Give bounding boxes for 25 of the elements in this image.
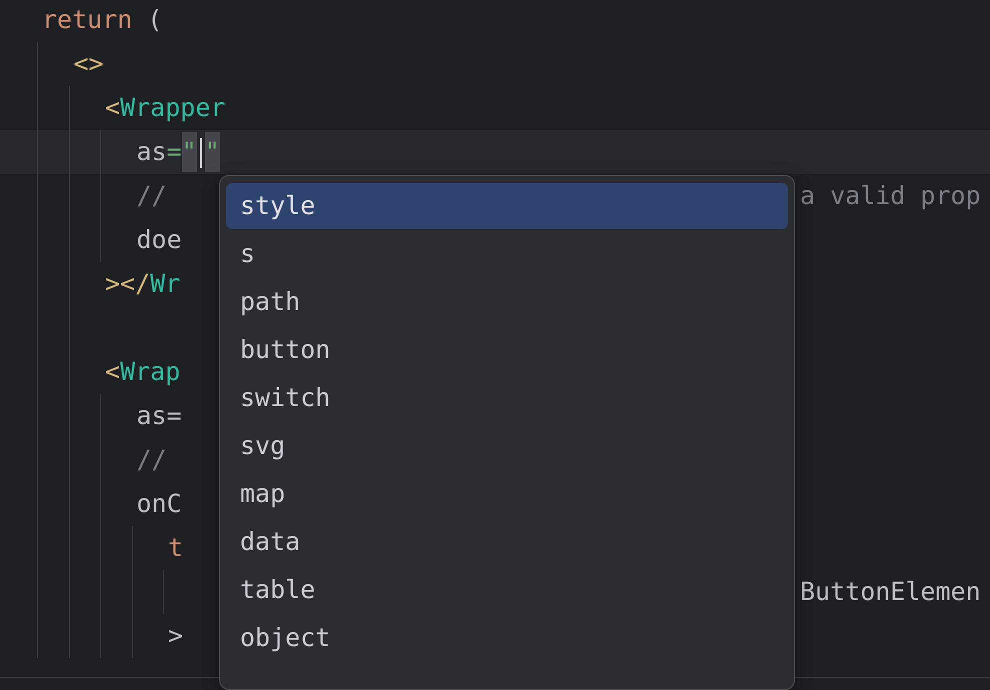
code-line: as= (136, 400, 182, 432)
code-line: <Wrap (105, 356, 180, 388)
completion-item[interactable]: table (226, 567, 788, 613)
code-line: <Wrapper (105, 92, 226, 124)
code-line: // (136, 180, 167, 212)
code-line: doe (136, 224, 182, 256)
code-text: a valid prop (800, 180, 981, 212)
completion-item[interactable]: button (226, 327, 788, 373)
code-text: ButtonElemen (800, 576, 981, 608)
code-line: ></Wr (105, 268, 180, 300)
completion-item[interactable]: map (226, 471, 788, 517)
code-line: <> (74, 48, 104, 80)
code-line: t (168, 532, 184, 564)
completion-item[interactable]: path (226, 279, 788, 325)
code-line: as=" " (136, 130, 220, 174)
completion-item[interactable]: object (226, 615, 788, 661)
code-line: return ( (42, 4, 162, 36)
completion-item[interactable]: svg (226, 423, 788, 469)
completion-item[interactable]: style (226, 183, 788, 229)
code-line: > (168, 620, 184, 652)
code-line: // (136, 444, 167, 476)
completion-item[interactable]: switch (226, 375, 788, 421)
completion-item[interactable]: data (226, 519, 788, 565)
completion-item[interactable]: s (226, 231, 788, 277)
code-line: onC (136, 488, 182, 520)
